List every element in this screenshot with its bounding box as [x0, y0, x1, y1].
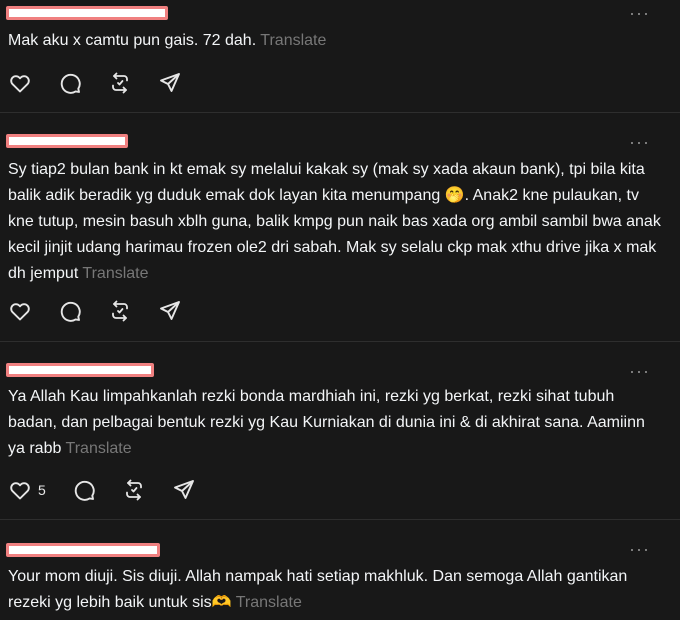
heart-icon [10, 482, 30, 500]
post-text: Ya Allah Kau limpahkanlah rezki bonda ma… [8, 384, 666, 462]
like-button[interactable]: 5 [8, 478, 46, 502]
post-1: ··· Mak aku x camtu pun gais. 72 dah. Tr… [0, 0, 680, 113]
translate-link[interactable]: Translate [82, 265, 148, 282]
like-button[interactable] [8, 71, 32, 95]
translate-link[interactable]: Translate [236, 594, 302, 611]
redacted-username [6, 6, 168, 20]
repost-icon [112, 300, 128, 322]
post-text: Your mom diuji. Sis diuji. Allah nampak … [8, 564, 666, 616]
share-icon [160, 301, 180, 320]
post-body: Mak aku x camtu pun gais. 72 dah. [8, 32, 257, 49]
translate-link[interactable]: Translate [260, 32, 326, 49]
share-button[interactable] [158, 71, 182, 95]
post-3: ··· Ya Allah Kau limpahkanlah rezki bond… [0, 342, 680, 520]
more-options-button[interactable]: ··· [629, 4, 650, 22]
heart-icon [10, 75, 30, 93]
post-text: Mak aku x camtu pun gais. 72 dah. Transl… [8, 28, 666, 54]
post-actions: 5 [8, 477, 222, 503]
more-options-button[interactable]: ··· [629, 540, 650, 558]
repost-icon [112, 72, 128, 94]
more-options-button[interactable]: ··· [629, 133, 650, 151]
post-4: ··· Your mom diuji. Sis diuji. Allah nam… [0, 520, 680, 620]
post-body: Your mom diuji. Sis diuji. Allah nampak … [8, 568, 632, 611]
share-icon [173, 480, 194, 499]
repost-icon [125, 479, 142, 501]
translate-link[interactable]: Translate [66, 440, 132, 457]
reply-icon [74, 480, 95, 501]
more-options-button[interactable]: ··· [629, 362, 650, 380]
like-count: 5 [38, 482, 46, 498]
repost-button[interactable] [122, 478, 146, 502]
reply-icon [60, 301, 81, 322]
like-button[interactable] [8, 299, 32, 323]
repost-button[interactable] [108, 299, 132, 323]
reply-button[interactable] [72, 478, 96, 502]
post-text: Sy tiap2 bulan bank in kt emak sy melalu… [8, 157, 666, 287]
post-actions [8, 70, 208, 96]
heart-icon [10, 303, 30, 321]
post-body: Sy tiap2 bulan bank in kt emak sy melalu… [8, 161, 666, 282]
post-actions [8, 298, 208, 324]
redacted-username [6, 543, 160, 557]
share-button[interactable] [158, 299, 182, 323]
share-icon [160, 73, 180, 92]
reply-button[interactable] [58, 299, 82, 323]
repost-button[interactable] [108, 71, 132, 95]
reply-button[interactable] [58, 71, 82, 95]
redacted-username [6, 134, 128, 148]
redacted-username [6, 363, 154, 377]
post-2: ··· Sy tiap2 bulan bank in kt emak sy me… [0, 113, 680, 342]
reply-icon [60, 73, 81, 94]
share-button[interactable] [172, 478, 196, 502]
